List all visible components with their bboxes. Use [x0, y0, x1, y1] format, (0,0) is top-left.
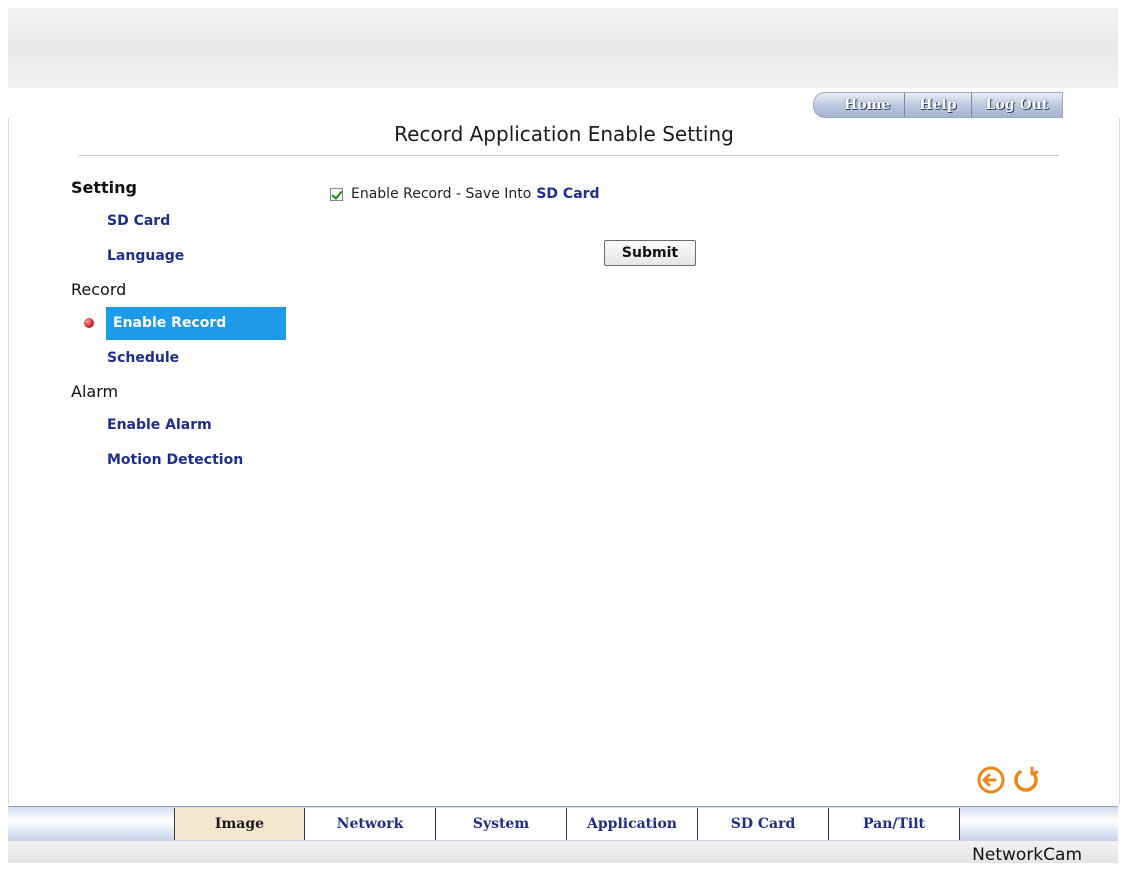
top-banner: [8, 8, 1118, 88]
back-arrow-icon[interactable]: [976, 765, 1006, 795]
red-bullet-icon: [84, 318, 94, 328]
logout-button[interactable]: Log Out: [970, 93, 1063, 117]
enable-record-checkbox[interactable]: [330, 187, 343, 201]
tab-application[interactable]: Application: [567, 808, 698, 840]
sidebar-item-language[interactable]: Language: [107, 248, 184, 264]
title-divider: [79, 155, 1059, 156]
sidebar-item-enable-record[interactable]: Enable Record: [106, 307, 286, 340]
page-title: Record Application Enable Setting: [394, 122, 734, 146]
tab-sd-card[interactable]: SD Card: [698, 808, 829, 840]
enable-record-row: Enable Record - Save Into SD Card: [330, 186, 600, 202]
submit-button[interactable]: Submit: [604, 240, 696, 266]
sidebar-item-schedule[interactable]: Schedule: [107, 350, 179, 366]
tab-image[interactable]: Image: [174, 808, 305, 840]
sidebar-group-alarm: Alarm: [71, 382, 119, 401]
footer-brand: NetworkCam: [972, 845, 1082, 865]
tab-system[interactable]: System: [436, 808, 567, 840]
refresh-icon[interactable]: [1011, 765, 1041, 795]
tab-network[interactable]: Network: [305, 808, 436, 840]
help-button[interactable]: Help: [904, 93, 970, 117]
home-button[interactable]: Home: [814, 93, 904, 117]
enable-record-sd-card-label: SD Card: [536, 186, 600, 202]
sidebar-group-setting: Setting: [71, 178, 137, 197]
sidebar-item-motion-detection[interactable]: Motion Detection: [107, 452, 243, 468]
sidebar-item-enable-alarm[interactable]: Enable Alarm: [107, 417, 212, 433]
sidebar-item-sd-card[interactable]: SD Card: [107, 213, 170, 229]
main-panel: Record Application Enable Setting Settin…: [8, 118, 1120, 804]
app-frame: Home Help Log Out Record Application Ena…: [0, 0, 1126, 870]
enable-record-label: Enable Record - Save Into: [351, 186, 532, 202]
bottom-tabs: Image Network System Application SD Card…: [174, 808, 960, 840]
footer-strip: [8, 841, 1118, 863]
top-nav: Home Help Log Out: [813, 92, 1064, 118]
tab-pan-tilt[interactable]: Pan/Tilt: [829, 808, 960, 840]
sidebar-group-record: Record: [71, 280, 127, 299]
